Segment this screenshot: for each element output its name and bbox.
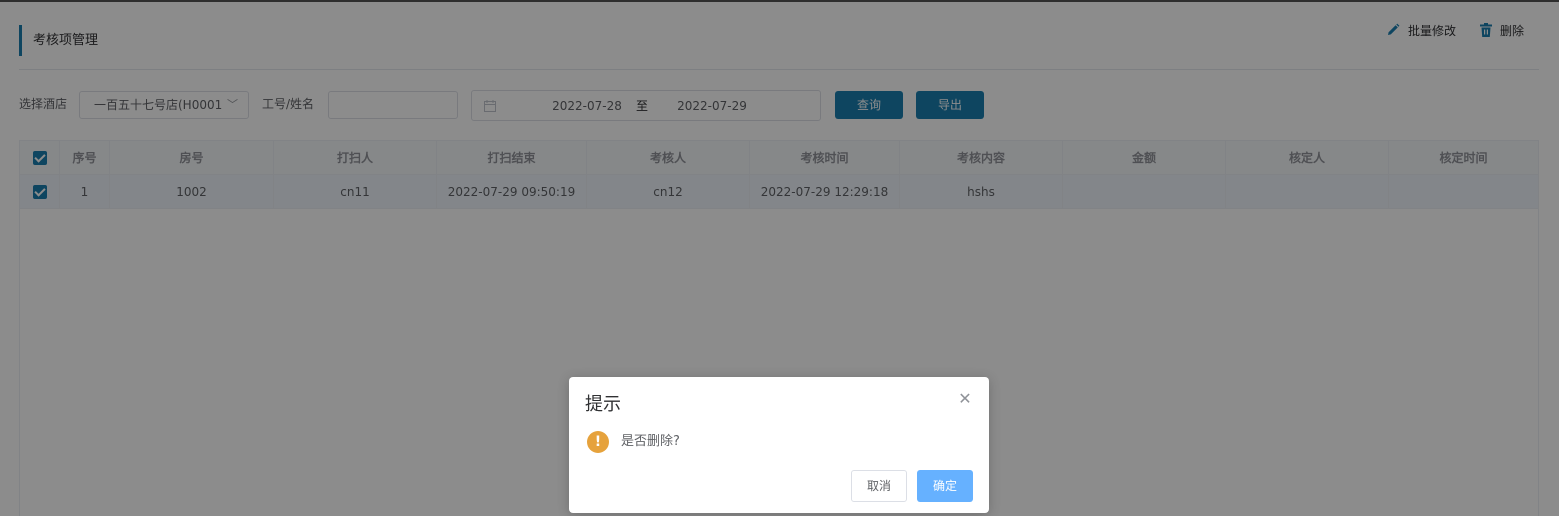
dialog-title: 提示	[585, 394, 621, 415]
confirm-dialog: 提示 ✕ ! 是否删除? 取消 确定	[569, 377, 989, 513]
confirm-button[interactable]: 确定	[917, 470, 973, 502]
dialog-message: 是否删除?	[621, 434, 680, 449]
cancel-button[interactable]: 取消	[851, 470, 907, 502]
close-icon[interactable]: ✕	[957, 391, 973, 407]
warning-icon: !	[587, 431, 609, 453]
